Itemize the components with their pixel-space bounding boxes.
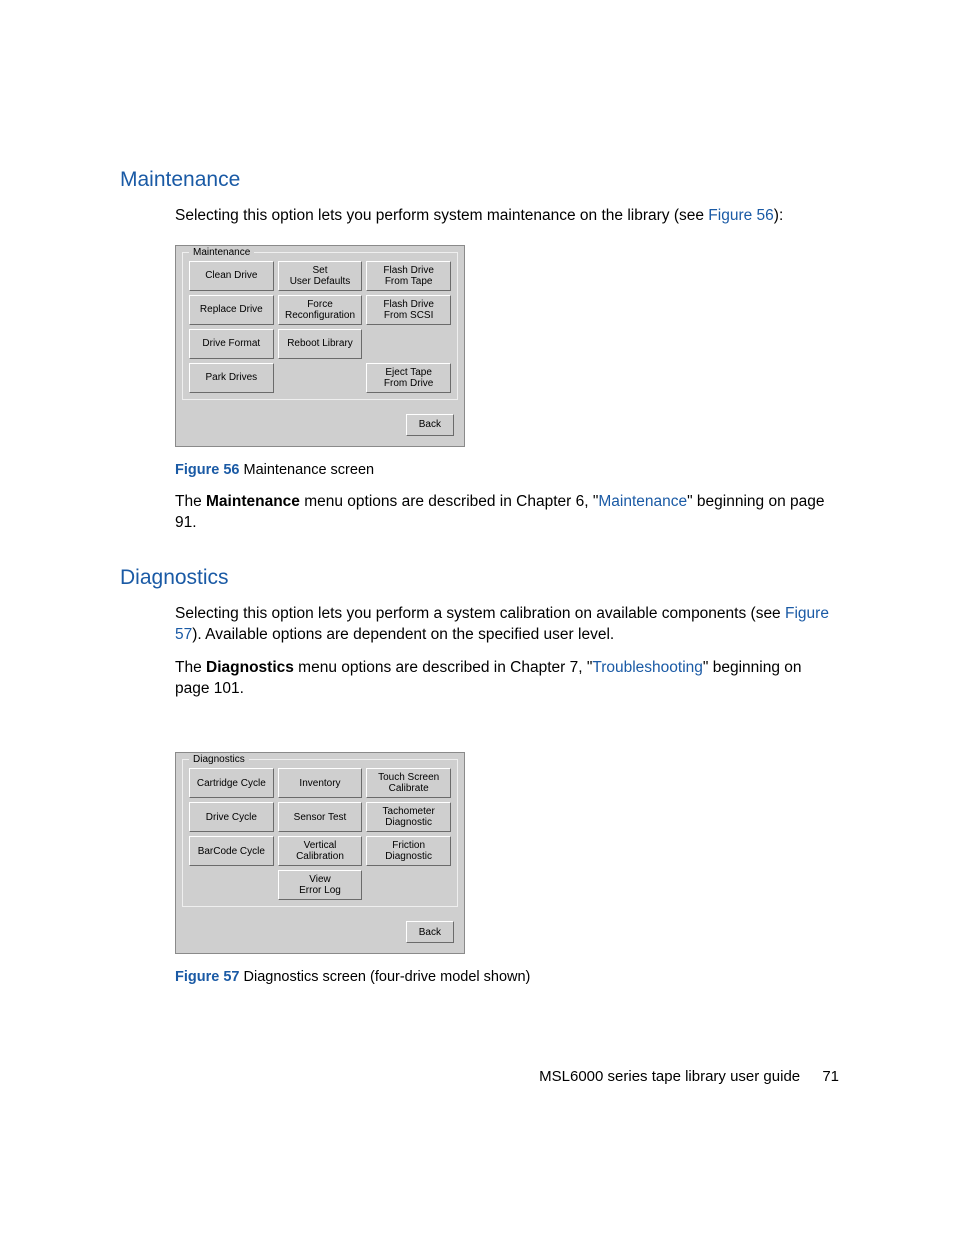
diagnostics-panel-screenshot: Diagnostics Cartridge CycleInventoryTouc… <box>175 752 465 954</box>
panel-button: View Error Log <box>278 870 363 900</box>
section-heading-diagnostics: Diagnostics <box>120 566 839 590</box>
maintenance-description: The Maintenance menu options are describ… <box>175 492 839 534</box>
chapter-link-troubleshooting[interactable]: Troubleshooting <box>592 659 703 676</box>
diagnostics-intro: Selecting this option lets you perform a… <box>175 604 839 646</box>
section-heading-maintenance: Maintenance <box>120 168 839 192</box>
maintenance-intro: Selecting this option lets you perform s… <box>175 206 839 227</box>
chapter-link-maintenance[interactable]: Maintenance <box>598 493 687 510</box>
figure-57-caption: Figure 57 Diagnostics screen (four-drive… <box>175 968 839 988</box>
page-footer: MSL6000 series tape library user guide 7… <box>539 1068 839 1085</box>
figure-number: Figure 56 <box>175 462 239 478</box>
panel-button: Park Drives <box>189 363 274 393</box>
text: The <box>175 659 206 676</box>
bold-text: Maintenance <box>206 493 300 510</box>
panel-button: BarCode Cycle <box>189 836 274 866</box>
text: ). Available options are dependent on th… <box>192 626 614 643</box>
panel-button: Set User Defaults <box>278 261 363 291</box>
panel-button: Replace Drive <box>189 295 274 325</box>
figure-caption-text: Maintenance screen <box>239 462 374 478</box>
text: Selecting this option lets you perform a… <box>175 605 785 622</box>
maintenance-panel-screenshot: Maintenance Clean DriveSet User Defaults… <box>175 245 465 447</box>
back-button: Back <box>406 921 454 943</box>
footer-title: MSL6000 series tape library user guide <box>539 1068 800 1085</box>
panel-button: Flash Drive From SCSI <box>366 295 451 325</box>
figure-56-caption: Figure 56 Maintenance screen <box>175 461 839 481</box>
panel-button: Drive Cycle <box>189 802 274 832</box>
panel-button: Friction Diagnostic <box>366 836 451 866</box>
panel-button: Clean Drive <box>189 261 274 291</box>
panel-button: Force Reconfiguration <box>278 295 363 325</box>
panel-button: Flash Drive From Tape <box>366 261 451 291</box>
diagnostics-button-grid: Cartridge CycleInventoryTouch Screen Cal… <box>189 768 451 900</box>
panel-button: Cartridge Cycle <box>189 768 274 798</box>
panel-button: Tachometer Diagnostic <box>366 802 451 832</box>
figure-number: Figure 57 <box>175 969 239 985</box>
text: ): <box>774 207 783 224</box>
panel-button: Inventory <box>278 768 363 798</box>
text: Selecting this option lets you perform s… <box>175 207 708 224</box>
panel-button: Sensor Test <box>278 802 363 832</box>
text: menu options are described in Chapter 6,… <box>300 493 598 510</box>
figure-caption-text: Diagnostics screen (four-drive model sho… <box>239 969 530 985</box>
figure-link-56[interactable]: Figure 56 <box>708 207 773 224</box>
text: The <box>175 493 206 510</box>
diagnostics-description: The Diagnostics menu options are describ… <box>175 658 839 700</box>
panel-button: Vertical Calibration <box>278 836 363 866</box>
panel-button: Eject Tape From Drive <box>366 363 451 393</box>
panel-button: Touch Screen Calibrate <box>366 768 451 798</box>
back-button: Back <box>406 414 454 436</box>
panel-legend: Maintenance <box>189 246 254 260</box>
page-number: 71 <box>822 1068 839 1085</box>
panel-legend: Diagnostics <box>189 753 249 767</box>
panel-button: Reboot Library <box>278 329 363 359</box>
panel-button: Drive Format <box>189 329 274 359</box>
maintenance-button-grid: Clean DriveSet User DefaultsFlash Drive … <box>189 261 451 393</box>
text: menu options are described in Chapter 7,… <box>294 659 592 676</box>
bold-text: Diagnostics <box>206 659 294 676</box>
